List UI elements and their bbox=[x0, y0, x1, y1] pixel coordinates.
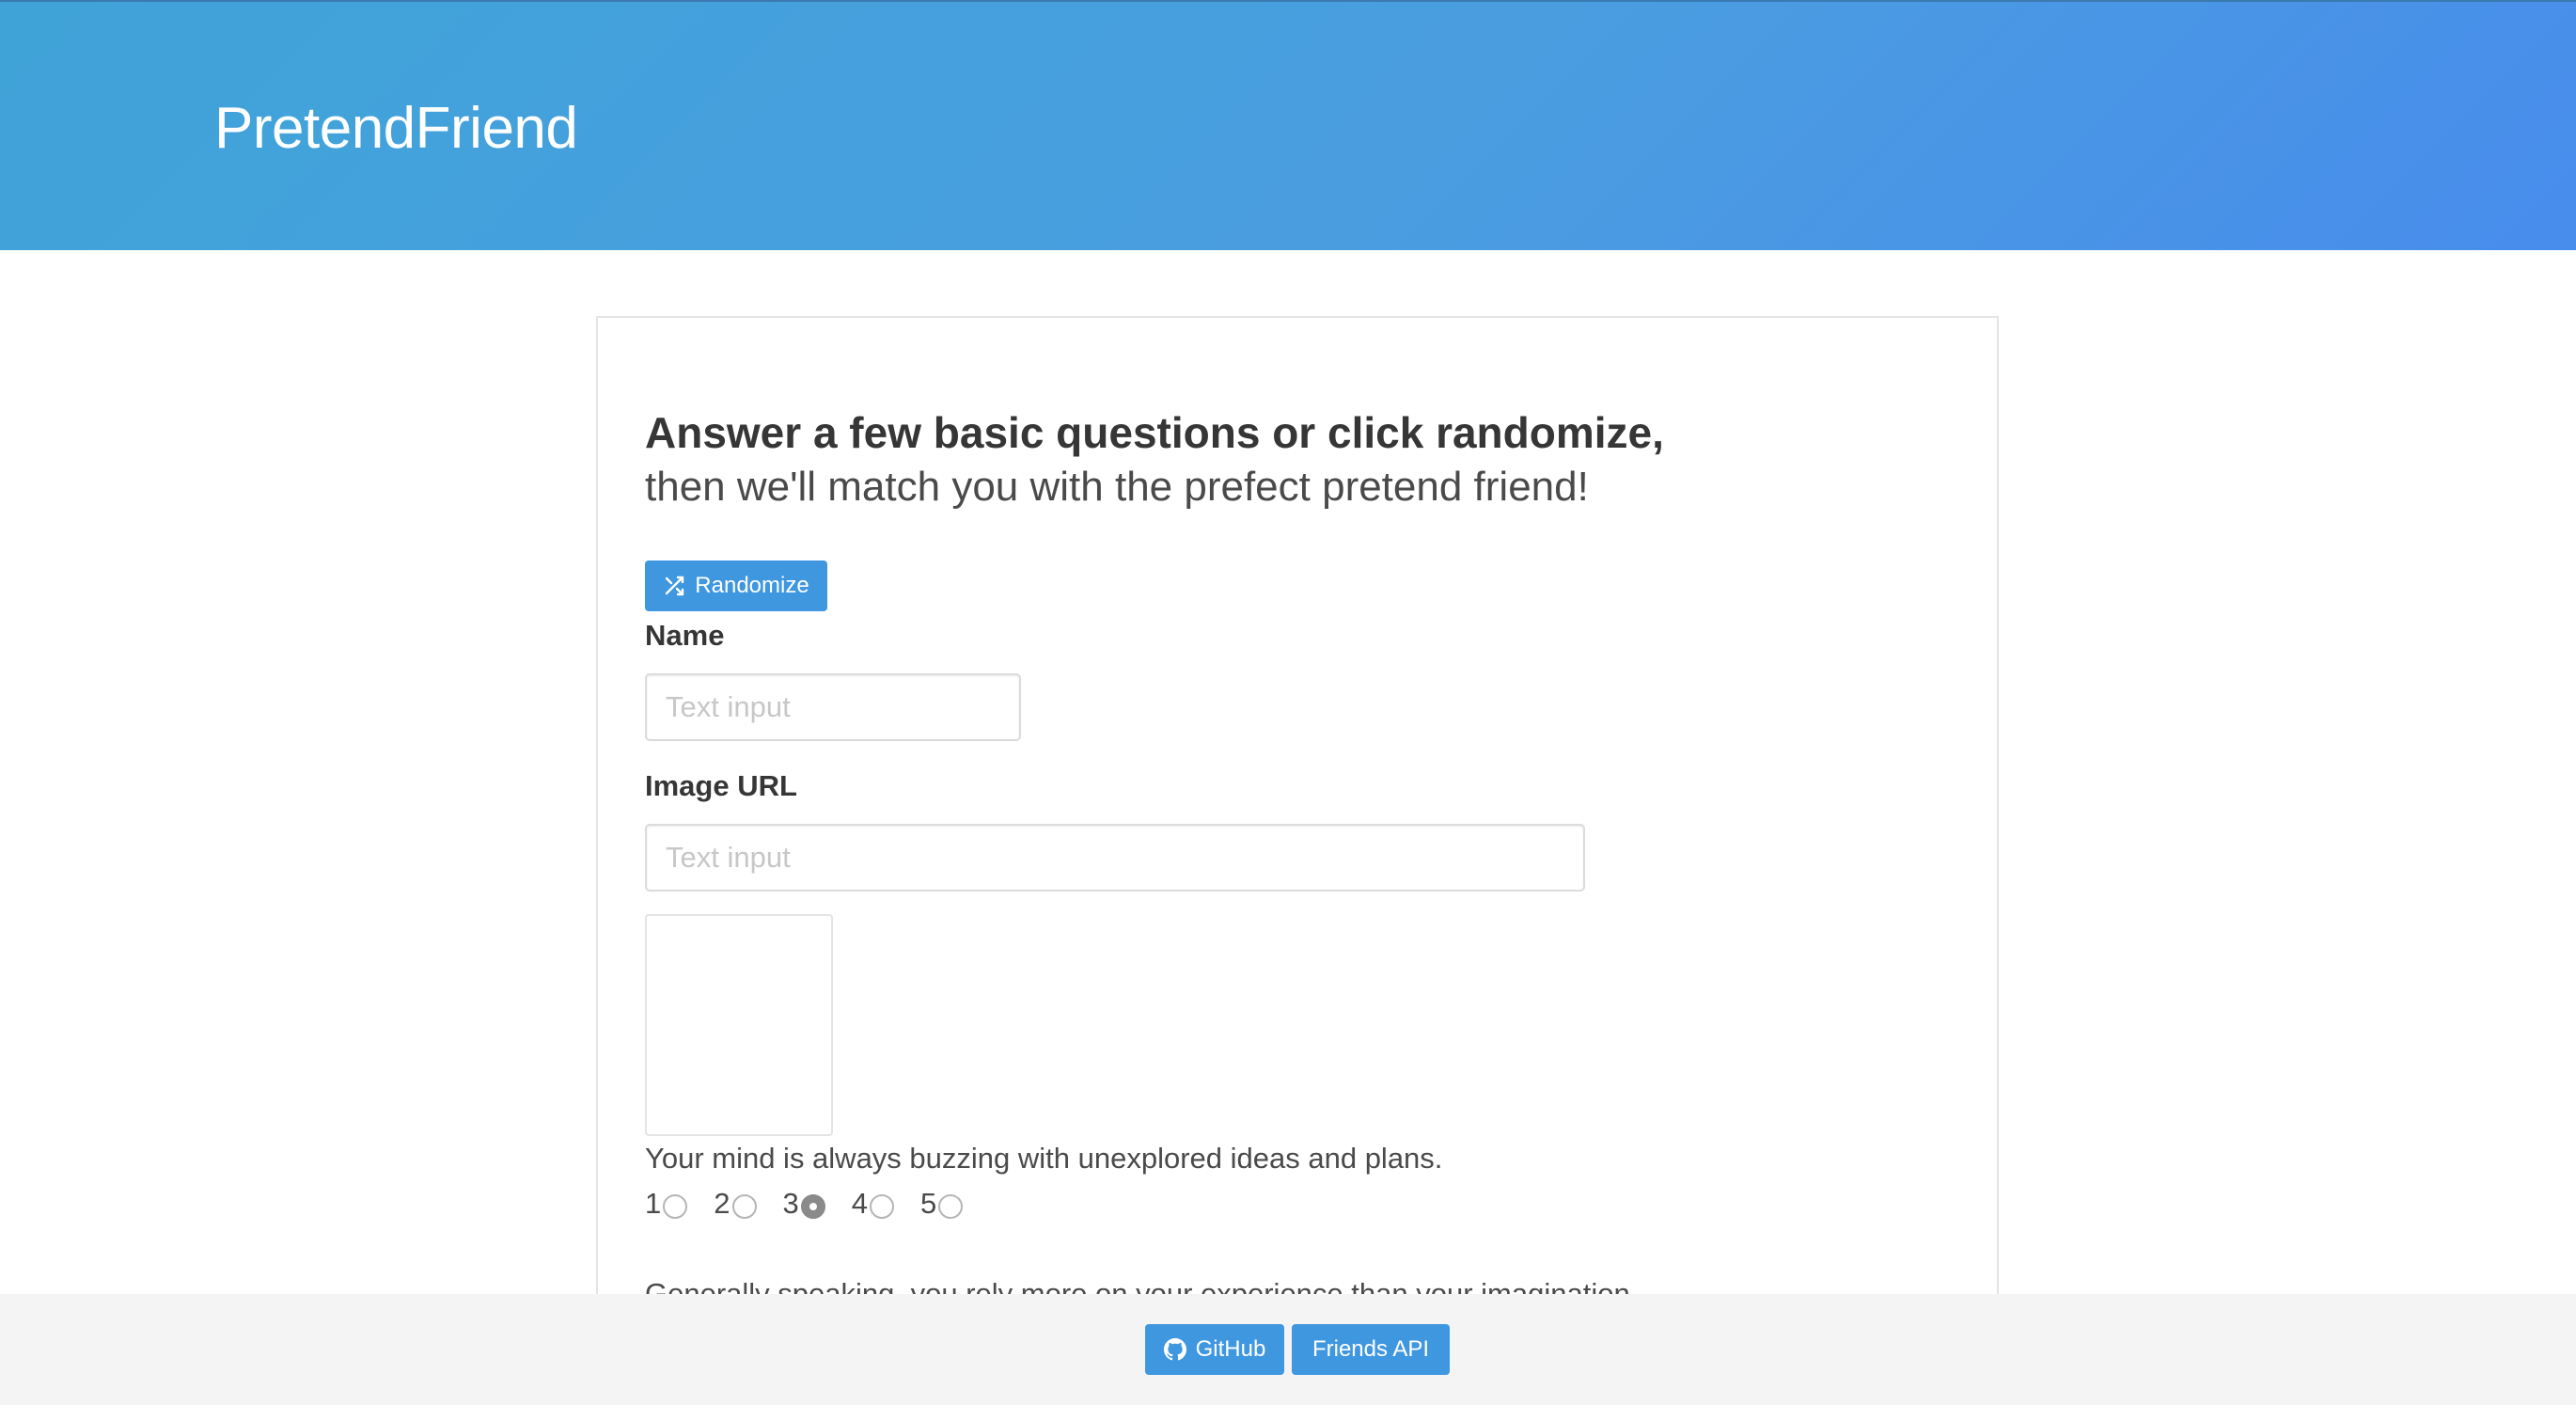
hero-header: PretendFriend bbox=[0, 0, 2576, 250]
rating-option-5[interactable]: 5 bbox=[920, 1187, 964, 1221]
footer: GitHub Friends API bbox=[0, 1294, 2576, 1405]
friends-api-label: Friends API bbox=[1312, 1336, 1430, 1362]
rating-radio-3[interactable] bbox=[800, 1194, 825, 1219]
question-1-rating: 1 2 3 4 5 bbox=[645, 1187, 989, 1221]
rating-option-label: 5 bbox=[920, 1187, 937, 1220]
rating-option-2[interactable]: 2 bbox=[714, 1187, 757, 1221]
image-url-label: Image URL bbox=[645, 769, 797, 802]
rating-radio-1[interactable] bbox=[663, 1194, 688, 1219]
form-heading: Answer a few basic questions or click ra… bbox=[645, 408, 1664, 457]
rating-radio-4[interactable] bbox=[870, 1194, 894, 1219]
shuffle-icon bbox=[666, 576, 684, 596]
rating-option-4[interactable]: 4 bbox=[852, 1187, 894, 1221]
image-url-input[interactable] bbox=[645, 824, 1585, 892]
randomize-button[interactable]: Randomize bbox=[645, 560, 827, 611]
form-subheading: then we'll match you with the prefect pr… bbox=[645, 464, 1589, 510]
rating-option-label: 1 bbox=[645, 1187, 662, 1220]
friends-api-button[interactable]: Friends API bbox=[1292, 1324, 1450, 1375]
rating-option-1[interactable]: 1 bbox=[645, 1187, 688, 1221]
github-icon bbox=[1163, 1338, 1186, 1361]
rating-radio-5[interactable] bbox=[938, 1194, 964, 1219]
name-input[interactable] bbox=[645, 673, 1021, 741]
image-preview bbox=[645, 914, 833, 1136]
question-1-text: Your mind is always buzzing with unexplo… bbox=[645, 1142, 1443, 1175]
github-label: GitHub bbox=[1195, 1336, 1266, 1362]
name-label: Name bbox=[645, 619, 725, 652]
rating-option-3[interactable]: 3 bbox=[783, 1187, 825, 1221]
rating-radio-2[interactable] bbox=[731, 1194, 757, 1219]
github-button[interactable]: GitHub bbox=[1145, 1324, 1284, 1375]
randomize-label: Randomize bbox=[695, 573, 809, 598]
rating-option-label: 4 bbox=[851, 1187, 868, 1220]
rating-option-label: 3 bbox=[782, 1187, 799, 1220]
rating-option-label: 2 bbox=[714, 1187, 730, 1220]
brand-title: PretendFriend bbox=[214, 96, 578, 161]
friend-form-card: Answer a few basic questions or click ra… bbox=[596, 316, 1999, 1405]
